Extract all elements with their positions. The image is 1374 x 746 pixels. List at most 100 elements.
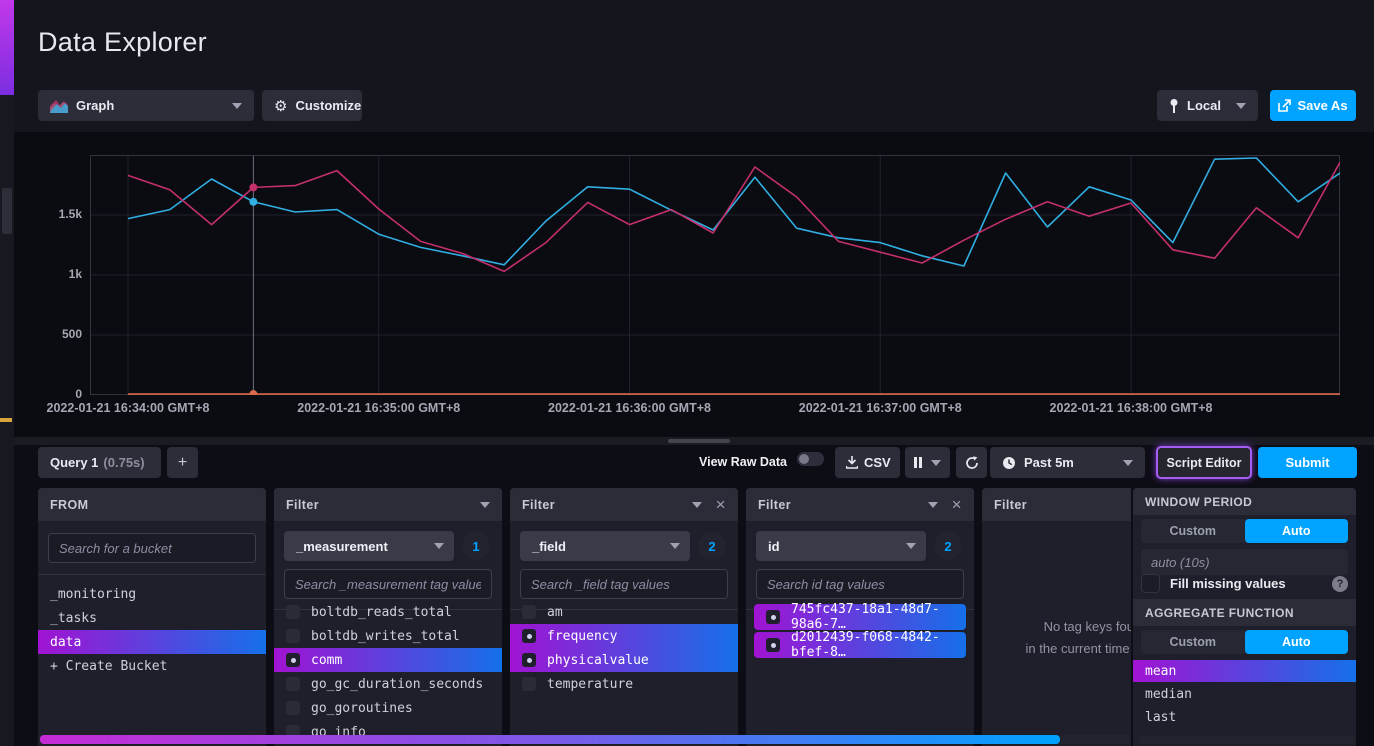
close-icon[interactable]: × (716, 496, 726, 513)
tag-value-item[interactable]: go_gc_duration_seconds (274, 672, 502, 696)
x-axis-tick: 2022-01-21 16:34:00 GMT+8 (18, 401, 238, 415)
checkbox[interactable] (286, 605, 300, 619)
tag-value-item[interactable]: go_goroutines (274, 696, 502, 720)
checkbox[interactable] (522, 677, 536, 691)
query-tab[interactable]: Query 1 (0.75s) (38, 447, 161, 478)
chevron-down-icon[interactable] (480, 502, 490, 508)
nav-rail-logo[interactable] (0, 0, 14, 95)
chevron-down-icon[interactable] (928, 502, 938, 508)
filter-panel-title: Filter (758, 498, 791, 512)
refresh-button[interactable] (956, 447, 987, 478)
download-csv-button[interactable]: CSV (835, 447, 900, 478)
tag-value-item[interactable]: frequency (510, 624, 738, 648)
aggregate-function-item[interactable]: mean (1133, 660, 1356, 682)
options-scrollbar-track[interactable] (1139, 736, 1356, 744)
custom-option[interactable]: Custom (1141, 630, 1245, 654)
bucket-list-item[interactable]: _monitoring (38, 582, 266, 606)
export-icon (1278, 99, 1291, 112)
save-as-button[interactable]: Save As (1270, 90, 1356, 121)
chevron-down-icon (670, 543, 680, 549)
x-axis-tick: 2022-01-21 16:37:00 GMT+8 (770, 401, 990, 415)
create-bucket-button[interactable]: + Create Bucket (38, 654, 266, 678)
selected-count-badge: 2 (934, 532, 962, 560)
fill-missing-row: Fill missing values ? (1141, 574, 1348, 593)
checkbox[interactable] (286, 653, 300, 667)
x-axis-tick: 2022-01-21 16:36:00 GMT+8 (520, 401, 740, 415)
bucket-list-item[interactable]: _tasks (38, 606, 266, 630)
custom-option[interactable]: Custom (1141, 519, 1245, 543)
tag-value-item[interactable]: comm (274, 648, 502, 672)
tag-key-dropdown[interactable]: id (756, 531, 926, 561)
visualization-type-dropdown[interactable]: Graph (38, 90, 254, 121)
tag-value-item[interactable]: temperature (510, 672, 738, 696)
checkbox[interactable] (286, 701, 300, 715)
help-icon[interactable]: ? (1332, 576, 1348, 592)
page-title: Data Explorer (38, 27, 207, 58)
download-icon (846, 456, 858, 469)
options-panel: WINDOW PERIOD Custom Auto Fill missing v… (1133, 488, 1356, 746)
checkbox[interactable] (522, 653, 536, 667)
filter-panel: Filter × _field 2 amfrequencyphysicalvaluete… (510, 488, 738, 746)
window-period-input[interactable] (1141, 549, 1348, 575)
tag-value-item[interactable]: 745fc437-18a1-48d7-98a6-7… (754, 604, 966, 630)
tag-value-item[interactable]: boltdb_writes_total (274, 624, 502, 648)
gear-icon: ⚙ (274, 97, 287, 115)
checkbox[interactable] (766, 638, 780, 652)
auto-option[interactable]: Auto (1245, 630, 1349, 654)
aggregate-function-header: AGGREGATE FUNCTION (1133, 599, 1356, 626)
tag-value-item[interactable]: am (510, 600, 738, 624)
tag-value-search-input[interactable] (756, 569, 964, 599)
bucket-search-input[interactable] (48, 533, 256, 563)
fill-missing-label: Fill missing values (1170, 576, 1286, 591)
tag-key-dropdown[interactable]: _field (520, 531, 690, 561)
checkbox[interactable] (286, 677, 300, 691)
aggregate-function-item[interactable]: median (1133, 683, 1356, 705)
resize-handle[interactable] (668, 439, 730, 443)
checkbox[interactable] (522, 605, 536, 619)
y-axis-tick: 1k (38, 267, 82, 283)
close-icon[interactable]: × (952, 496, 962, 513)
tag-value-item[interactable]: boltdb_reads_total (274, 600, 502, 624)
chevron-down-icon (931, 460, 941, 466)
nav-rail-marker (0, 418, 12, 422)
timezone-dropdown[interactable]: Local (1157, 90, 1258, 121)
customize-button[interactable]: ⚙ Customize (262, 90, 362, 121)
time-range-dropdown[interactable]: Past 5m (990, 447, 1145, 478)
filter-panel: Filter_measurement1boltdb_reads_totalbol… (274, 488, 502, 746)
view-raw-data-toggle[interactable] (797, 452, 824, 466)
submit-button[interactable]: Submit (1258, 447, 1357, 478)
magenta-series-hover-dot (249, 183, 257, 191)
script-editor-button[interactable]: Script Editor (1156, 446, 1252, 479)
horizontal-scrollbar-thumb[interactable] (40, 735, 1060, 744)
tag-value-search-input[interactable] (284, 569, 492, 599)
auto-option[interactable]: Auto (1245, 519, 1349, 543)
chevron-down-icon (906, 543, 916, 549)
filter-panel: Filter × id 2 745fc437-18a1-48d7-98a6-7…d201… (746, 488, 974, 746)
tag-value-search-input[interactable] (520, 569, 728, 599)
filter-panel-title: Filter (522, 498, 555, 512)
magenta-series-line (128, 162, 1340, 271)
nav-rail-button[interactable] (2, 188, 12, 234)
chevron-down-icon[interactable] (692, 502, 702, 508)
clock-icon (1002, 456, 1016, 470)
chevron-down-icon (1123, 460, 1133, 466)
chart-plot-area[interactable] (90, 155, 1340, 395)
checkbox[interactable] (766, 610, 780, 624)
fill-missing-checkbox[interactable] (1141, 574, 1160, 593)
pause-icon (914, 457, 922, 468)
add-query-button[interactable]: + (167, 447, 198, 478)
selected-count-badge: 2 (698, 532, 726, 560)
aggregate-function-item[interactable]: last (1133, 706, 1356, 728)
time-series-chart[interactable]: 05001k1.5k 2022-01-21 16:34:00 GMT+82022… (38, 140, 1360, 437)
checkbox[interactable] (522, 629, 536, 643)
tag-value-item[interactable]: d2012439-f068-4842-bfef-8… (754, 632, 966, 658)
y-axis-tick: 1.5k (38, 207, 82, 223)
pause-dropdown-button[interactable] (905, 447, 950, 478)
filter-panel-title: Filter (994, 498, 1027, 512)
x-axis-tick: 2022-01-21 16:38:00 GMT+8 (1021, 401, 1241, 415)
tag-value-item[interactable]: physicalvalue (510, 648, 738, 672)
checkbox[interactable] (286, 629, 300, 643)
query-tab-name: Query 1 (50, 455, 98, 470)
tag-key-dropdown[interactable]: _measurement (284, 531, 454, 561)
bucket-list-item[interactable]: data (38, 630, 266, 654)
